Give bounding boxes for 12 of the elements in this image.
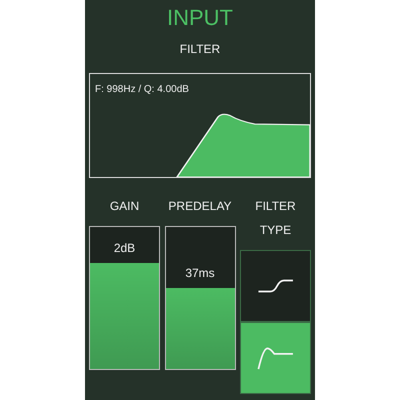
slider-track[interactable]: 2dB	[89, 226, 160, 370]
slider-track[interactable]: 37ms	[164, 226, 236, 370]
control-label: PREDELAY	[168, 199, 232, 213]
slider-value: 37ms	[185, 265, 215, 282]
filter-readout: F: 998Hz / Q: 4.00dB	[95, 83, 189, 97]
slider-value: 2dB	[114, 240, 136, 256]
control-label: GAIN	[110, 199, 140, 213]
panel-title: INPUT	[167, 5, 233, 30]
section-heading: FILTER	[180, 42, 220, 56]
filter-type-button[interactable]	[240, 250, 311, 322]
control-label: FILTER TYPE	[255, 199, 296, 237]
filter-type-button[interactable]	[240, 322, 311, 394]
